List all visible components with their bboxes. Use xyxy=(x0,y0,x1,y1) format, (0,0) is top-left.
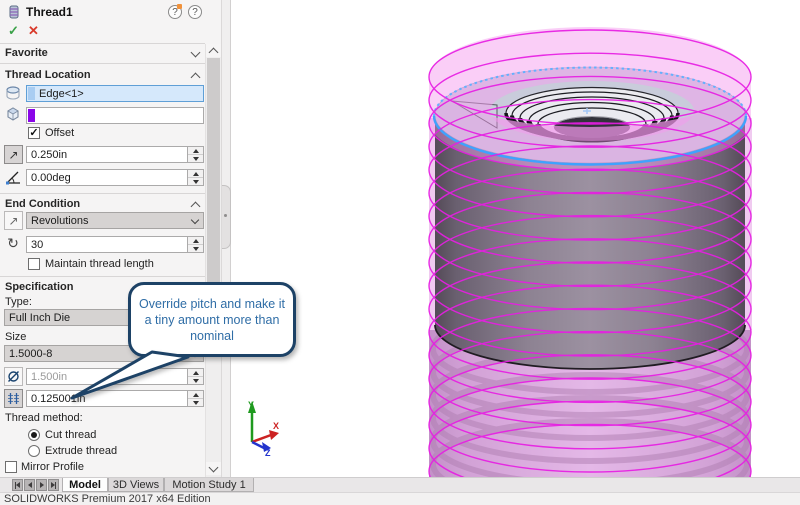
divider xyxy=(0,63,205,64)
maintain-thread-length-checkbox[interactable] xyxy=(28,258,40,270)
reverse-direction-icon: ↗ xyxy=(8,148,18,162)
offset-distance-field[interactable]: 0.250in xyxy=(26,146,204,163)
scrollbar-thumb[interactable] xyxy=(207,58,220,300)
divider xyxy=(0,193,205,194)
feature-title: Thread1 xyxy=(26,5,73,19)
revolutions-spinner[interactable] xyxy=(187,237,203,252)
first-tab-button[interactable] xyxy=(12,479,23,491)
start-location-field[interactable] xyxy=(26,107,204,124)
ok-button[interactable]: ✓ xyxy=(8,23,19,39)
offset-checkbox[interactable]: ✓ xyxy=(28,127,40,139)
thread-location-collapse-chevron-icon[interactable] xyxy=(191,73,201,83)
vertex-selection-icon xyxy=(3,105,23,123)
tab-3d-views[interactable]: 3D Views xyxy=(108,478,164,492)
help-icon[interactable]: ? xyxy=(188,5,202,19)
end-condition-type-dropdown[interactable]: Revolutions xyxy=(26,212,204,229)
end-condition-type-value: Revolutions xyxy=(27,215,88,227)
tab-model[interactable]: Model xyxy=(62,478,108,492)
angle-icon xyxy=(4,168,23,187)
offset-angle-field[interactable]: 0.00deg xyxy=(26,169,204,186)
offset-angle-spinner[interactable] xyxy=(187,170,203,185)
thread-location-section-header: Thread Location xyxy=(5,69,91,81)
type-label: Type: xyxy=(5,296,32,308)
extrude-thread-label: Extrude thread xyxy=(45,445,117,457)
callout-text: Override pitch and make it a tiny amount… xyxy=(139,296,285,344)
end-condition-direction-button[interactable]: ↗ xyxy=(4,211,23,230)
maintain-thread-length-label: Maintain thread length xyxy=(45,258,154,270)
size-label: Size xyxy=(5,331,26,343)
previous-tab-button[interactable] xyxy=(24,479,35,491)
pitch-icon xyxy=(7,392,20,405)
dropdown-chevron-icon xyxy=(191,215,199,223)
reference-triad: Y X Z xyxy=(235,396,283,456)
status-bar: SOLIDWORKS Premium 2017 x64 Edition xyxy=(0,492,800,505)
status-text: SOLIDWORKS Premium 2017 x64 Edition xyxy=(4,493,211,505)
vertex-swatch xyxy=(28,109,35,122)
quick-tip-icon[interactable]: ? xyxy=(168,5,182,19)
end-condition-collapse-chevron-icon[interactable] xyxy=(191,202,201,212)
triad-y-label: Y xyxy=(248,400,254,410)
revolutions-icon: ↻ xyxy=(3,234,23,253)
callout-tail xyxy=(60,349,200,405)
thread-feature-icon xyxy=(6,4,22,20)
mirror-profile-checkbox[interactable] xyxy=(5,461,17,473)
next-tab-button[interactable] xyxy=(36,479,47,491)
property-manager-panel: Thread1 ? ? ✓ ✕ Favorite Thread Location… xyxy=(0,0,221,477)
override-diameter-button[interactable] xyxy=(4,367,23,386)
edge-selection-field[interactable]: Edge<1> xyxy=(26,85,204,102)
cut-thread-radio[interactable] xyxy=(28,429,40,441)
last-tab-button[interactable] xyxy=(48,479,59,491)
splitter-handle[interactable] xyxy=(222,185,231,249)
direction-arrow-icon: ↗ xyxy=(8,214,18,228)
type-value: Full Inch Die xyxy=(5,312,70,324)
panel-scrollbar[interactable] xyxy=(205,44,221,477)
revolutions-field[interactable]: 30 xyxy=(26,236,204,253)
favorite-section-header: Favorite xyxy=(5,47,48,59)
scroll-up-button[interactable] xyxy=(206,44,221,57)
triad-x-label: X xyxy=(273,421,279,431)
document-tab-bar: Model 3D Views Motion Study 1 xyxy=(0,477,800,492)
reverse-direction-button[interactable]: ↗ xyxy=(4,145,23,164)
scroll-down-button[interactable] xyxy=(206,462,221,475)
edge-selection-icon xyxy=(3,84,23,102)
cut-thread-label: Cut thread xyxy=(45,429,96,441)
annotation-callout: Override pitch and make it a tiny amount… xyxy=(128,282,296,357)
offset-angle-value: 0.00deg xyxy=(27,172,71,184)
override-pitch-button[interactable] xyxy=(4,389,23,408)
extrude-thread-radio[interactable] xyxy=(28,445,40,457)
tab-motion-study-1[interactable]: Motion Study 1 xyxy=(164,478,254,492)
offset-distance-value: 0.250in xyxy=(27,149,67,161)
edge-selection-value: Edge<1> xyxy=(35,88,84,100)
graphics-viewport[interactable]: Y X Z xyxy=(231,0,800,477)
favorite-collapse-chevron-icon[interactable] xyxy=(191,48,201,58)
thread-model[interactable] xyxy=(231,0,800,477)
divider xyxy=(0,43,205,44)
edge-swatch xyxy=(28,87,35,100)
specification-section-header: Specification xyxy=(5,281,73,293)
offset-checkbox-label: Offset xyxy=(45,127,74,139)
triad-z-label: Z xyxy=(265,448,271,456)
end-condition-section-header: End Condition xyxy=(5,198,80,210)
revolutions-value: 30 xyxy=(27,239,43,251)
quick-tip-badge xyxy=(177,4,182,9)
divider xyxy=(0,276,205,277)
mirror-profile-label: Mirror Profile xyxy=(21,461,84,473)
panel-splitter[interactable] xyxy=(221,0,231,477)
size-value: 1.5000-8 xyxy=(5,348,52,360)
diameter-icon xyxy=(7,370,20,383)
cancel-button[interactable]: ✕ xyxy=(28,23,39,39)
offset-distance-spinner[interactable] xyxy=(187,147,203,162)
thread-method-label: Thread method: xyxy=(5,412,83,424)
